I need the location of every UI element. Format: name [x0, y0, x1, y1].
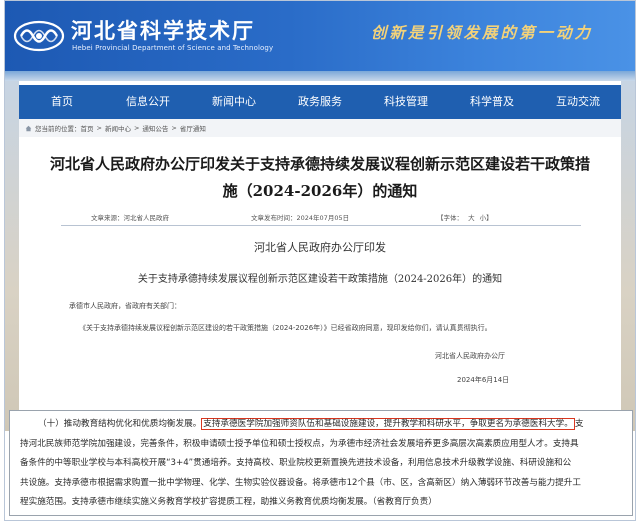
- font-small-button[interactable]: 小】: [480, 214, 493, 222]
- excerpt-line: （十）推动教育结构优化和优质均衡发展。 支持承德医学院加强师资队伍和基础设施建设，…: [20, 415, 624, 435]
- font-size-label: 【字体：: [437, 214, 463, 222]
- article-panel: 河北省人民政府办公厅印发关于支持承德持续发展议程创新示范区建设若干政策措施（20…: [19, 137, 621, 407]
- article-meta: 文章来源：河北省人民政府 文章发布时间：2024年07月05日 【字体： 大 小…: [19, 211, 621, 223]
- skyline-banner: [5, 71, 635, 81]
- excerpt-line: 持河北民族师范学院加强建设，完善条件，积极申请硕士授予单位和硕士授权点，为承德市…: [20, 438, 579, 449]
- excerpt-line: 备条件的中等职业学校与本科高校开展“3+4”贯通培养。支持高校、职业院校更新置换…: [20, 458, 572, 468]
- nav-item-sci-tech-management[interactable]: 科技管理: [363, 85, 449, 119]
- main-nav: 首页 信息公开 新闻中心 政务服务 科技管理 科学普及 互动交流: [19, 85, 621, 119]
- sign-date: 2024年6月14日: [457, 376, 510, 384]
- excerpt-line: 程实施范围。支持承德市继续实施义务教育学校扩容提质工程，助推义务教育优质均衡发展…: [20, 497, 437, 507]
- breadcrumb-item-news[interactable]: 新闻中心: [105, 123, 131, 133]
- breadcrumb-separator: >: [96, 124, 102, 132]
- article-source: 文章来源：河北省人民政府: [91, 214, 169, 222]
- nav-item-home[interactable]: 首页: [19, 85, 105, 119]
- divider: [61, 225, 581, 226]
- breadcrumb-separator: >: [133, 124, 140, 132]
- recipients: 承德市人民政府，省政府有关部门：: [69, 302, 181, 310]
- article-body: 《关于支持承德持续发展议程创新示范区建设的若干政策措施（2024-2026年）》…: [79, 324, 492, 332]
- breadcrumb-item-home[interactable]: 首页: [81, 123, 94, 133]
- nav-item-news-center[interactable]: 新闻中心: [191, 85, 277, 119]
- nav-item-gov-services[interactable]: 政务服务: [277, 85, 363, 119]
- highlighted-text: 支持承德医学院加强师资队伍和基础设施建设，提升教学和科研水平，争取更名为承德医科…: [201, 418, 575, 430]
- article-title: 河北省人民政府办公厅印发关于支持承德持续发展议程创新示范区建设若干政策措施（20…: [49, 155, 590, 200]
- excerpt-line: 共设施。支持承德市根据需求购置一批中学物理、化学、生物实验仪器设备。将承德市12…: [20, 477, 581, 488]
- background-left-strip: [5, 81, 19, 431]
- excerpt-intro: （十）推动教育结构优化和优质均衡发展。: [38, 419, 202, 429]
- site-subtitle: Hebei Provincial Department of Science a…: [72, 44, 274, 52]
- breadcrumb: 您当前的位置： 首页 > 新闻中心 > 通知公告 > 省厅通知: [19, 119, 621, 137]
- breadcrumb-item-dept-notices[interactable]: 省厅通知: [180, 123, 206, 133]
- page-frame: 河北省科学技术厅 Hebei Provincial Department of …: [4, 0, 636, 521]
- background-right-strip: [621, 81, 635, 431]
- signature: 河北省人民政府办公厅: [435, 352, 505, 360]
- font-large-button[interactable]: 大: [468, 214, 475, 222]
- breadcrumb-separator: >: [171, 124, 177, 132]
- article-publish-time: 文章发布时间：2024年07月05日: [251, 214, 350, 222]
- site-title[interactable]: 河北省科学技术厅: [71, 15, 255, 45]
- site-header: 河北省科学技术厅 Hebei Provincial Department of …: [5, 1, 635, 71]
- breadcrumb-item-notices[interactable]: 通知公告: [142, 123, 168, 133]
- excerpt-continuation: 支: [574, 419, 584, 429]
- notice-subtitle: 关于支持承德持续发展议程创新示范区建设若干政策措施（2024-2026年）的通知: [137, 274, 503, 285]
- breadcrumb-prefix: 您当前的位置：: [35, 125, 81, 133]
- nav-item-interaction[interactable]: 互动交流: [535, 85, 621, 119]
- nav-item-info-disclosure[interactable]: 信息公开: [105, 85, 191, 119]
- policy-excerpt: （十）推动教育结构优化和优质均衡发展。 支持承德医学院加强师资队伍和基础设施建设，…: [9, 410, 633, 516]
- nav-item-science-popularization[interactable]: 科学普及: [449, 85, 535, 119]
- issuer-heading: 河北省人民政府办公厅印发: [254, 241, 386, 254]
- home-icon: [25, 125, 32, 131]
- font-size-control: 【字体： 大 小】: [437, 212, 493, 222]
- hebei-logo-icon[interactable]: [13, 19, 65, 53]
- slogan: 创新是引领发展的第一动力: [371, 23, 594, 42]
